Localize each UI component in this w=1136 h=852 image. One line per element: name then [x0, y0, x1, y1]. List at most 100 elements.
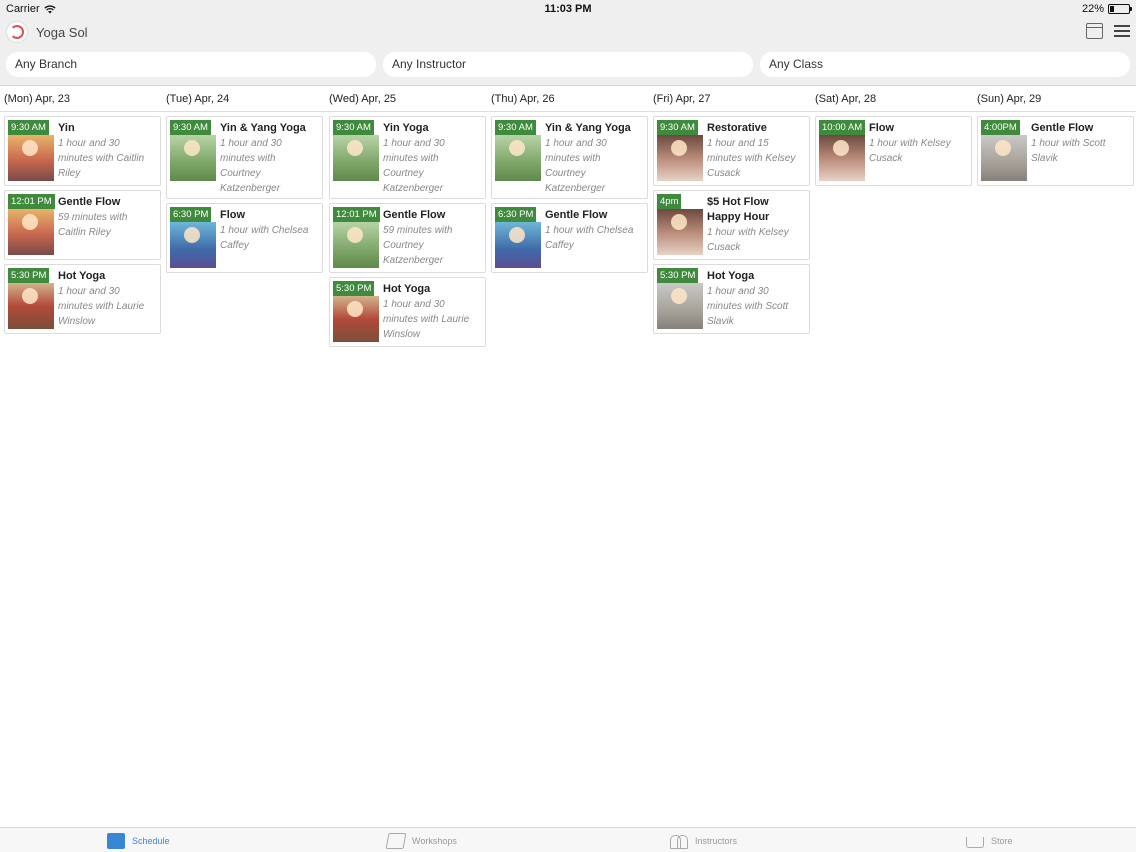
- class-title: Hot Yoga: [383, 283, 431, 295]
- tab-bar: Schedule Workshops Instructors Store: [0, 827, 1136, 852]
- class-card[interactable]: 4pm $5 Hot Flow Happy Hour 1 hour with Kel…: [653, 190, 810, 260]
- class-thumbnail: [981, 135, 1027, 181]
- class-title: Flow: [869, 122, 895, 134]
- description-line: minutes with Laurie: [383, 314, 470, 325]
- tab-label: Workshops: [412, 836, 457, 846]
- description-line: Katzenberger: [383, 255, 444, 266]
- calendar-icon: [107, 833, 125, 849]
- class-description: 1 hour with Chelsea Caffey: [220, 223, 318, 253]
- description-line: Slavik: [1031, 153, 1058, 164]
- status-bar: Carrier 11:03 PM 22%: [0, 0, 1136, 18]
- description-line: minutes with Caitlin: [58, 153, 145, 164]
- class-time-badge: 4pm: [657, 194, 682, 209]
- day-header: (Thu) Apr, 26: [491, 93, 555, 105]
- branch-filter[interactable]: Any Branch: [6, 52, 376, 77]
- battery-indicator: 22%: [1081, 3, 1132, 15]
- class-thumbnail: [819, 135, 865, 181]
- description-line: Katzenberger: [220, 183, 281, 194]
- day-header: (Mon) Apr, 23: [4, 93, 71, 105]
- class-time-badge: 9:30 AM: [170, 120, 211, 135]
- class-card[interactable]: 6:30 PM Gentle Flow 1 hour with Chelsea Caf…: [491, 203, 648, 273]
- tab-label: Schedule: [132, 836, 170, 846]
- hamburger-menu-icon[interactable]: [1114, 25, 1130, 37]
- description-line: 1 hour and 30: [383, 138, 445, 149]
- battery-icon: [1108, 4, 1132, 14]
- description-line: 1 hour with Chelsea: [220, 225, 309, 236]
- calendar-icon[interactable]: [1086, 23, 1103, 39]
- description-line: Katzenberger: [545, 183, 606, 194]
- class-thumbnail: [8, 283, 54, 329]
- class-time-badge: 6:30 PM: [170, 207, 212, 222]
- class-description: 1 hour and 30 minutes with Courtney Katzenb…: [220, 136, 318, 196]
- class-card[interactable]: 4:00PM Gentle Flow 1 hour with Scott Slavik: [977, 116, 1134, 186]
- class-card[interactable]: 9:30 AM Yin & Yang Yoga 1 hour and 30 minut…: [491, 116, 648, 199]
- class-card[interactable]: 9:30 AM Restorative 1 hour and 15 minutes w…: [653, 116, 810, 186]
- description-line: Cusack: [707, 242, 741, 253]
- class-time-badge: 9:30 AM: [495, 120, 536, 135]
- tab-label: Store: [991, 836, 1013, 846]
- instructor-filter[interactable]: Any Instructor: [383, 52, 753, 77]
- battery-percent: 22%: [1081, 3, 1104, 15]
- class-card[interactable]: 9:30 AM Yin & Yang Yoga 1 hour and 30 minut…: [166, 116, 323, 199]
- description-line: 1 hour and 30: [58, 138, 120, 149]
- day-header: (Wed) Apr, 25: [329, 93, 397, 105]
- class-time-badge: 4:00PM: [981, 120, 1020, 135]
- description-line: Caffey: [545, 240, 574, 251]
- class-time-badge: 9:30 AM: [8, 120, 49, 135]
- description-line: Katzenberger: [383, 183, 444, 194]
- description-line: 59 minutes with: [58, 212, 128, 223]
- battery-level: [1110, 6, 1114, 12]
- day-column: (Sun) Apr, 29 4:00PM Gentle Flow 1 hour wit…: [973, 86, 1134, 186]
- description-line: Cusack: [869, 153, 903, 164]
- class-description: 1 hour and 30 minutes with Courtney Katzenb…: [383, 136, 481, 196]
- class-thumbnail: [495, 222, 541, 268]
- tab-workshops[interactable]: Workshops: [385, 831, 457, 851]
- tab-instructors[interactable]: Instructors: [670, 831, 737, 851]
- class-description: 1 hour with Kelsey Cusack: [707, 225, 805, 255]
- description-line: Slavik: [707, 316, 734, 327]
- description-line: Riley: [58, 168, 81, 179]
- class-title: Hot Yoga: [707, 270, 755, 282]
- day-column: (Tue) Apr, 24 9:30 AM Yin & Yang Yoga 1 hou…: [162, 86, 323, 273]
- class-time-badge: 12:01 PM: [333, 207, 380, 222]
- class-card[interactable]: 9:30 AM Yin Yoga 1 hour and 30 minutes with…: [329, 116, 486, 199]
- description-line: 1 hour with Scott: [1031, 138, 1106, 149]
- carrier-indicator: Carrier: [6, 3, 56, 15]
- class-title: Gentle Flow: [58, 196, 121, 208]
- class-time-badge: 5:30 PM: [657, 268, 699, 283]
- class-title: Gentle Flow: [383, 209, 446, 221]
- day-column: (Thu) Apr, 26 9:30 AM Yin & Yang Yoga 1 hou…: [487, 86, 648, 273]
- class-thumbnail: [657, 135, 703, 181]
- tab-schedule[interactable]: Schedule: [107, 831, 170, 851]
- class-card[interactable]: 5:30 PM Hot Yoga 1 hour and 30 minutes with…: [329, 277, 486, 347]
- class-title: Flow: [220, 209, 246, 221]
- class-thumbnail: [8, 209, 54, 255]
- class-time-badge: 10:00 AM: [819, 120, 866, 135]
- class-card[interactable]: 5:30 PM Hot Yoga 1 hour and 30 minutes with…: [653, 264, 810, 334]
- class-filter[interactable]: Any Class: [760, 52, 1130, 77]
- class-thumbnail: [8, 135, 54, 181]
- tab-label: Instructors: [695, 836, 738, 846]
- class-thumbnail: [657, 283, 703, 329]
- class-card[interactable]: 12:01 PM Gentle Flow 59 minutes with Caitli…: [4, 190, 161, 260]
- class-card[interactable]: 12:01 PM Gentle Flow 59 minutes with Courtn…: [329, 203, 486, 273]
- description-line: minutes with: [220, 153, 276, 164]
- class-card[interactable]: 5:30 PM Hot Yoga 1 hour and 30 minutes with…: [4, 264, 161, 334]
- description-line: minutes with Scott: [707, 301, 789, 312]
- class-thumbnail: [170, 135, 216, 181]
- class-description: 1 hour and 30 minutes with Laurie Winslow: [383, 297, 481, 342]
- app-logo-icon: [6, 21, 28, 43]
- day-header: (Tue) Apr, 24: [166, 93, 230, 105]
- class-time-badge: 5:30 PM: [8, 268, 50, 283]
- class-thumbnail: [170, 222, 216, 268]
- tab-store[interactable]: Store: [966, 831, 1013, 851]
- class-card[interactable]: 10:00 AM Flow 1 hour with Kelsey Cusack: [815, 116, 972, 186]
- description-line: Cusack: [707, 168, 741, 179]
- class-card[interactable]: 9:30 AM Yin 1 hour and 30 minutes with Cait…: [4, 116, 161, 186]
- class-time-badge: 12:01 PM: [8, 194, 55, 209]
- day-column: (Fri) Apr, 27 9:30 AM Restorative 1 hour an…: [649, 86, 810, 334]
- class-description: 1 hour and 30 minutes with Laurie Winslow: [58, 284, 156, 329]
- class-card[interactable]: 6:30 PM Flow 1 hour with Chelsea Caffey: [166, 203, 323, 273]
- class-description: 1 hour and 15 minutes with Kelsey Cusack: [707, 136, 805, 181]
- class-title: Yin Yoga: [383, 122, 429, 134]
